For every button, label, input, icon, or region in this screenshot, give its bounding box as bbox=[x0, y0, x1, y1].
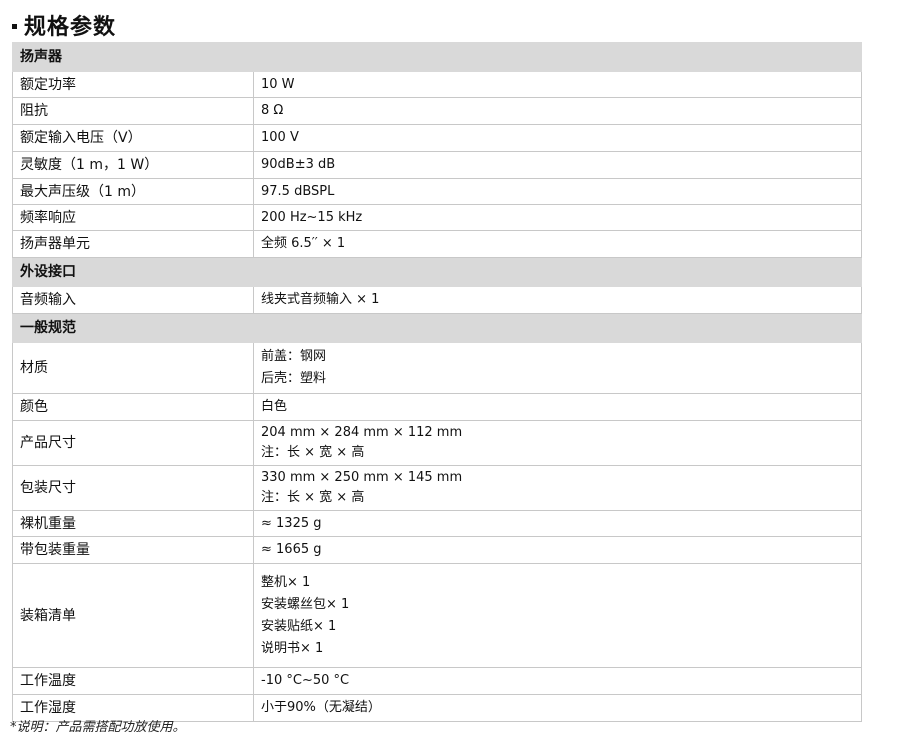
footnote: *说明：产品需搭配功放使用。 bbox=[10, 720, 186, 735]
spec-value: 97.5 dBSPL bbox=[253, 178, 862, 205]
section-header-row: 外设接口 bbox=[12, 257, 862, 287]
spec-label: 扬声器单元 bbox=[12, 230, 254, 258]
table-row: 音频输入 线夹式音频输入 × 1 bbox=[12, 286, 862, 314]
spec-value: 204 mm × 284 mm × 112 mm 注：长 × 宽 × 高 bbox=[253, 420, 862, 466]
spec-value-line: 注：长 × 宽 × 高 bbox=[261, 490, 365, 505]
page-title-text: 规格参数 bbox=[24, 15, 117, 40]
spec-value-line: 安装贴纸× 1 bbox=[261, 618, 337, 634]
spec-value-line: 注：长 × 宽 × 高 bbox=[261, 445, 365, 460]
table-row: 材质 前盖：钢网后壳：塑料 bbox=[12, 342, 862, 394]
table-row: 装箱清单 整机× 1 安装螺丝包× 1 安装贴纸× 1 说明书× 1 bbox=[12, 563, 862, 668]
spec-label: 额定功率 bbox=[12, 71, 254, 98]
spec-value-line: 说明书× 1 bbox=[261, 640, 324, 656]
spec-value: 200 Hz~15 kHz bbox=[253, 204, 862, 231]
spec-value-line: 200 Hz~15 kHz bbox=[261, 209, 363, 225]
spec-label: 颜色 bbox=[12, 393, 254, 421]
spec-value: 90dB±3 dB bbox=[253, 151, 862, 179]
spec-label: 阻抗 bbox=[12, 97, 254, 125]
spec-label: 额定输入电压（V） bbox=[12, 124, 254, 152]
spec-value: 整机× 1 安装螺丝包× 1 安装贴纸× 1 说明书× 1 bbox=[253, 563, 862, 668]
section-header-row: 一般规范 bbox=[12, 313, 862, 343]
table-row: 颜色 白色 bbox=[12, 393, 862, 421]
spec-value-line: 小于90%（无凝结） bbox=[261, 700, 381, 715]
spec-label: 最大声压级（1 m） bbox=[12, 178, 254, 205]
spec-value: 330 mm × 250 mm × 145 mm 注：长 × 宽 × 高 bbox=[253, 465, 862, 511]
spec-value-line: 后壳：塑料 bbox=[261, 371, 327, 386]
spec-value: ≈ 1665 g bbox=[253, 536, 862, 564]
spec-label: 装箱清单 bbox=[12, 563, 254, 668]
section-header: 外设接口 bbox=[12, 257, 862, 287]
page-title: 规格参数 bbox=[12, 8, 116, 42]
section-header: 扬声器 bbox=[12, 42, 862, 72]
spec-label: 工作温度 bbox=[12, 667, 254, 695]
table-row: 阻抗 8 Ω bbox=[12, 97, 862, 125]
spec-value-line: 90dB±3 dB bbox=[261, 157, 336, 172]
title-bullet-icon bbox=[12, 23, 17, 29]
spec-value-line: 安装螺丝包× 1 bbox=[261, 596, 350, 612]
spec-value: 小于90%（无凝结） bbox=[253, 694, 862, 722]
spec-value-line: ≈ 1325 g bbox=[261, 515, 322, 531]
spec-value-line: 330 mm × 250 mm × 145 mm bbox=[261, 470, 463, 485]
spec-value: -10 °C~50 °C bbox=[253, 667, 862, 695]
table-row: 灵敏度（1 m，1 W） 90dB±3 dB bbox=[12, 151, 862, 179]
spec-value-line: 前盖：钢网 bbox=[261, 349, 327, 364]
spec-value-line: ≈ 1665 g bbox=[261, 542, 322, 557]
spec-value: 白色 bbox=[253, 393, 862, 421]
section-header: 一般规范 bbox=[12, 313, 862, 343]
spec-value-line: 8 Ω bbox=[261, 103, 284, 118]
spec-value-line: 100 V bbox=[261, 130, 299, 145]
table-row: 额定输入电压（V） 100 V bbox=[12, 124, 862, 152]
spec-value-line: 204 mm × 284 mm × 112 mm bbox=[261, 425, 463, 440]
table-row: 产品尺寸 204 mm × 284 mm × 112 mm 注：长 × 宽 × 高 bbox=[12, 420, 862, 466]
spec-value: 线夹式音频输入 × 1 bbox=[253, 286, 862, 314]
table-row: 裸机重量 ≈ 1325 g bbox=[12, 510, 862, 537]
spec-value: 10 W bbox=[253, 71, 862, 98]
spec-value-line: -10 °C~50 °C bbox=[261, 673, 350, 688]
spec-value: 全频 6.5′′ × 1 bbox=[253, 230, 862, 258]
table-row: 最大声压级（1 m） 97.5 dBSPL bbox=[12, 178, 862, 205]
table-row: 频率响应 200 Hz~15 kHz bbox=[12, 204, 862, 231]
spec-label: 灵敏度（1 m，1 W） bbox=[12, 151, 254, 179]
spec-table: 扬声器 额定功率 10 W 阻抗 8 Ω 额定输入电压（V） 100 V 灵敏度（1 m，1 … bbox=[12, 42, 862, 722]
spec-value: 100 V bbox=[253, 124, 862, 152]
spec-label: 材质 bbox=[12, 342, 254, 394]
spec-value: 8 Ω bbox=[253, 97, 862, 125]
table-row: 带包装重量 ≈ 1665 g bbox=[12, 536, 862, 564]
table-row: 扬声器单元 全频 6.5′′ × 1 bbox=[12, 230, 862, 258]
section-header-row: 扬声器 bbox=[12, 42, 862, 72]
spec-label: 产品尺寸 bbox=[12, 420, 254, 466]
table-row: 额定功率 10 W bbox=[12, 71, 862, 98]
spec-value: ≈ 1325 g bbox=[253, 510, 862, 537]
spec-label: 包装尺寸 bbox=[12, 465, 254, 511]
table-row: 包装尺寸 330 mm × 250 mm × 145 mm 注：长 × 宽 × 高 bbox=[12, 465, 862, 511]
spec-value: 前盖：钢网后壳：塑料 bbox=[253, 342, 862, 394]
table-row: 工作温度 -10 °C~50 °C bbox=[12, 667, 862, 695]
spec-value-line: 线夹式音频输入 × 1 bbox=[261, 292, 380, 307]
spec-value-line: 10 W bbox=[261, 76, 295, 92]
spec-label: 频率响应 bbox=[12, 204, 254, 231]
spec-label: 音频输入 bbox=[12, 286, 254, 314]
spec-value-line: 整机× 1 bbox=[261, 574, 311, 590]
spec-value-line: 全频 6.5′′ × 1 bbox=[261, 236, 346, 251]
spec-label: 带包装重量 bbox=[12, 536, 254, 564]
spec-value-line: 97.5 dBSPL bbox=[261, 183, 335, 199]
spec-label: 裸机重量 bbox=[12, 510, 254, 537]
spec-value-line: 白色 bbox=[261, 399, 288, 414]
